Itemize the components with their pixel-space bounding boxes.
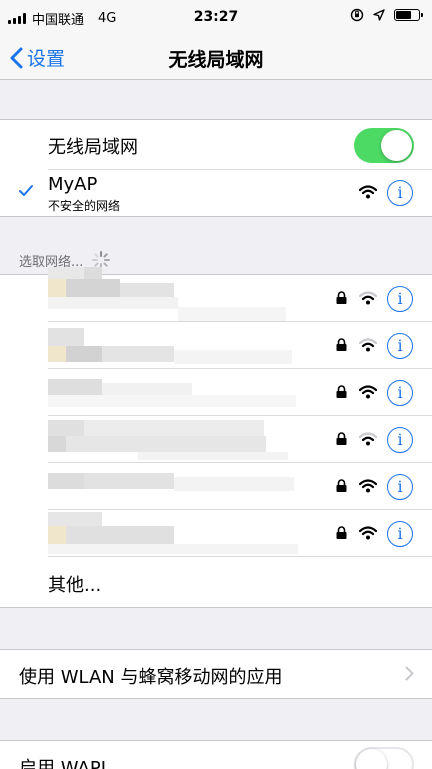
connected-network-name: MyAP: [48, 174, 98, 195]
toggle-knob: [381, 130, 412, 161]
lock-icon: [336, 432, 347, 445]
wlan-label: 无线局域网: [48, 137, 138, 158]
network-row[interactable]: i: [0, 416, 432, 463]
info-button[interactable]: i: [387, 474, 413, 500]
checkmark-icon: [19, 185, 33, 196]
battery-icon: [394, 9, 423, 21]
info-button[interactable]: i: [387, 521, 413, 547]
wlan-toggle[interactable]: [354, 128, 414, 163]
lock-icon: [336, 291, 347, 304]
info-button[interactable]: i: [387, 380, 413, 406]
info-button[interactable]: i: [387, 427, 413, 453]
chevron-right-icon: [405, 666, 414, 681]
wifi-signal-icon: [359, 432, 377, 446]
obscured-network-name: [48, 379, 298, 409]
location-icon: [373, 9, 385, 21]
apps-group: 使用 WLAN 与蜂窝移动网的应用: [0, 649, 432, 699]
obscured-network-name: [48, 512, 298, 556]
page-title: 无线局域网: [168, 49, 264, 71]
connected-network-row[interactable]: MyAP 不安全的网络 i: [0, 170, 432, 216]
status-icons: [350, 8, 423, 22]
wifi-signal-icon: [359, 479, 377, 493]
wapi-group: 启用 WAPI: [0, 740, 432, 769]
wapi-row: 启用 WAPI: [0, 741, 432, 769]
obscured-network-name: [48, 328, 292, 366]
network-row[interactable]: i: [0, 369, 432, 416]
wapi-toggle[interactable]: [354, 747, 414, 769]
wapi-label: 启用 WAPI: [19, 758, 107, 769]
other-network-row[interactable]: 其他...: [0, 557, 432, 607]
info-button[interactable]: i: [387, 286, 413, 312]
networks-group: i i i i i i 其他...: [0, 267, 432, 608]
network-row[interactable]: i: [0, 463, 432, 510]
wifi-signal-icon: [359, 338, 377, 352]
connected-network-subtitle: 不安全的网络: [48, 199, 121, 213]
network-row[interactable]: i: [0, 322, 432, 369]
obscured-network-name: [48, 267, 288, 327]
wifi-signal-icon: [359, 526, 377, 540]
wlan-apps-label: 使用 WLAN 与蜂窝移动网的应用: [19, 667, 283, 688]
wlan-apps-row[interactable]: 使用 WLAN 与蜂窝移动网的应用: [0, 650, 432, 698]
info-button[interactable]: i: [387, 180, 413, 206]
status-bar: 中国联通 4G 23:27: [0, 0, 432, 36]
wlan-toggle-row: 无线局域网: [0, 120, 432, 170]
wifi-signal-icon: [359, 385, 377, 399]
toggle-knob: [356, 749, 387, 769]
lock-icon: [336, 338, 347, 351]
wifi-signal-icon: [359, 185, 377, 199]
lock-icon: [336, 385, 347, 398]
network-row[interactable]: i: [0, 267, 432, 322]
lock-icon: [336, 526, 347, 539]
wlan-group: 无线局域网 MyAP 不安全的网络 i: [0, 119, 432, 217]
orientation-lock-icon: [350, 8, 364, 22]
obscured-network-name: [48, 473, 298, 503]
wifi-signal-icon: [359, 291, 377, 305]
navigation-bar: 设置 无线局域网: [0, 36, 432, 80]
lock-icon: [336, 479, 347, 492]
obscured-network-name: [48, 420, 288, 460]
other-label: 其他...: [48, 575, 102, 596]
info-button[interactable]: i: [387, 333, 413, 359]
network-row[interactable]: i: [0, 510, 432, 557]
